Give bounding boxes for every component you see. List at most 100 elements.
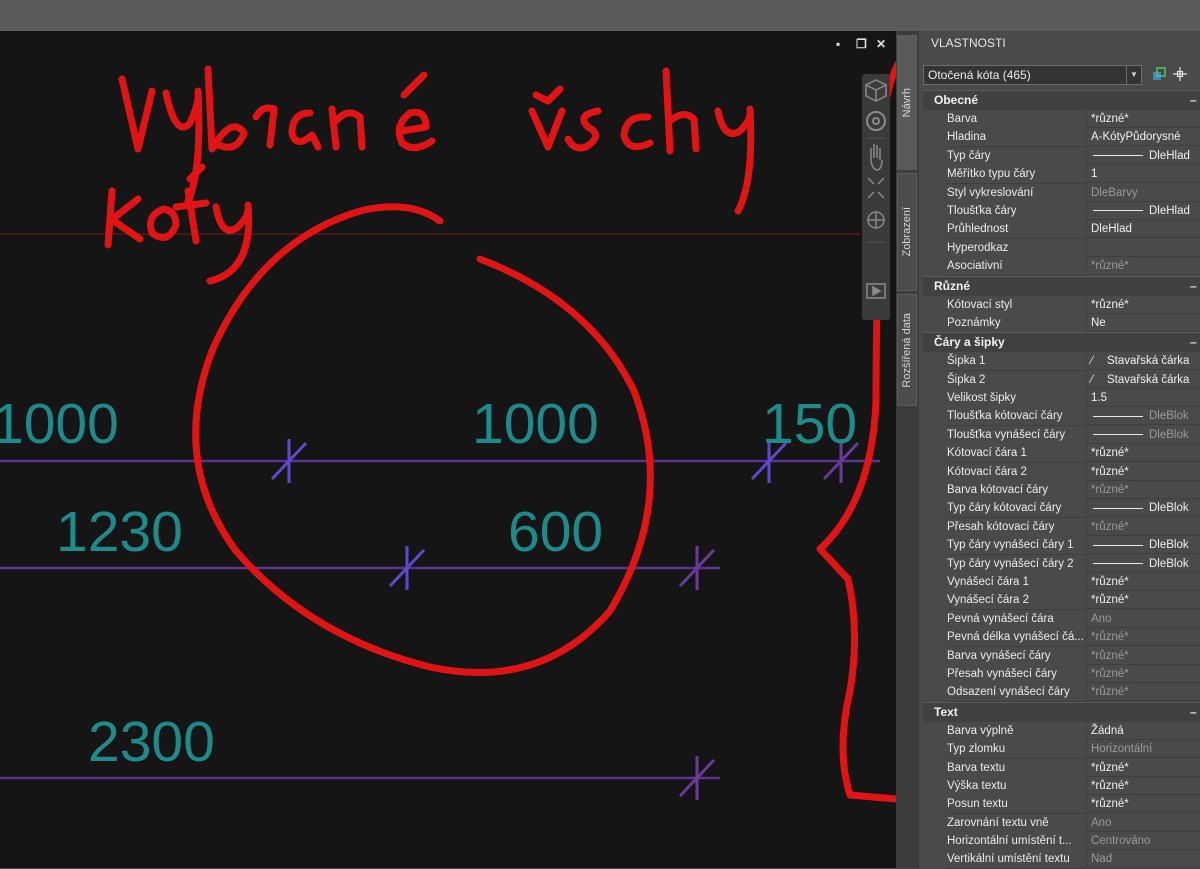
property-row[interactable]: Kótovací čára 1 *různé* <box>923 444 1200 464</box>
property-value[interactable]: *různé* <box>1086 295 1200 314</box>
property-value[interactable]: Horizontální <box>1086 740 1200 759</box>
property-row[interactable]: Typ zlomku Horizontální <box>923 740 1200 760</box>
property-value[interactable]: DleBlok <box>1086 499 1200 518</box>
property-row[interactable]: Výška textu *různé* <box>923 776 1200 796</box>
section-header[interactable]: Text – <box>923 701 1200 722</box>
property-value[interactable]: *různé* <box>1086 776 1200 795</box>
dimension-text[interactable]: 150 <box>762 392 857 456</box>
property-value[interactable]: *různé* <box>1086 683 1200 702</box>
close-button[interactable]: ✕ <box>876 38 886 50</box>
property-value[interactable]: 1 <box>1086 165 1200 184</box>
property-value[interactable]: DleBlok <box>1086 554 1200 573</box>
property-value[interactable]: *různé* <box>1086 758 1200 777</box>
property-value[interactable]: *různé* <box>1086 481 1200 500</box>
property-value[interactable]: Ano <box>1086 609 1200 628</box>
property-row[interactable]: Kótovací čára 2 *různé* <box>923 462 1200 482</box>
property-value[interactable]: *různé* <box>1086 257 1200 276</box>
property-row[interactable]: Přesah kótovací čáry *různé* <box>923 517 1200 537</box>
property-row[interactable]: Tloušťka vynášecí čáry DleBlok <box>923 425 1200 445</box>
tab-navrh[interactable]: Návrh <box>897 35 917 170</box>
select-objects-icon[interactable] <box>1172 66 1188 82</box>
restore-button[interactable]: ❐ <box>856 38 867 50</box>
property-row[interactable]: Tloušťka kótovací čáry DleBlok <box>923 407 1200 427</box>
property-row[interactable]: Vynášecí čára 1 *různé* <box>923 572 1200 592</box>
chevron-down-icon[interactable]: ▼ <box>1126 66 1141 84</box>
collapse-icon[interactable]: – <box>1190 277 1200 296</box>
property-value[interactable]: *různé* <box>1086 572 1200 591</box>
property-row[interactable]: Vynášecí čára 2 *různé* <box>923 591 1200 611</box>
property-row[interactable]: Hladina A-KótyPůdorysné <box>923 128 1200 148</box>
property-value[interactable]: Ano <box>1086 813 1200 832</box>
property-row[interactable]: Šipka 1 ⁄ Stavařská čárka <box>923 352 1200 372</box>
property-row[interactable]: Typ čáry vynášecí čáry 1 DleBlok <box>923 536 1200 556</box>
section-header[interactable]: Čáry a šipky – <box>923 332 1200 353</box>
dimension-text[interactable]: 1000 <box>0 392 119 456</box>
property-row[interactable]: Měřítko typu čáry 1 <box>923 165 1200 185</box>
showmotion-icon[interactable] <box>866 283 886 299</box>
property-row[interactable]: Velikost šipky 1.5 <box>923 389 1200 409</box>
pan-icon[interactable] <box>870 144 883 171</box>
collapse-icon[interactable]: – <box>1190 91 1200 110</box>
steering-wheel-icon[interactable] <box>866 111 886 131</box>
view-cube-icon[interactable] <box>865 79 887 102</box>
property-value[interactable]: *různé* <box>1086 444 1200 463</box>
property-row[interactable]: Zarovnání textu vně Ano <box>923 813 1200 833</box>
property-row[interactable]: Typ čáry kótovací čáry DleBlok <box>923 499 1200 519</box>
property-value[interactable]: *různé* <box>1086 628 1200 647</box>
property-value[interactable]: *různé* <box>1086 795 1200 814</box>
collapse-icon[interactable]: – <box>1190 333 1200 352</box>
minimize-button[interactable]: ▪ <box>836 38 840 50</box>
property-row[interactable]: Typ čáry DleHlad <box>923 146 1200 166</box>
property-value[interactable]: A-KótyPůdorysné <box>1086 128 1200 147</box>
property-value[interactable]: DleHlad <box>1086 220 1200 239</box>
property-value[interactable]: *různé* <box>1086 646 1200 665</box>
property-row[interactable]: Hyperodkaz <box>923 238 1200 258</box>
property-value[interactable]: *různé* <box>1086 517 1200 536</box>
property-value[interactable]: DleBlok <box>1086 536 1200 555</box>
property-row[interactable]: Horizontální umístění t... Centrováno <box>923 832 1200 852</box>
property-row[interactable]: Šipka 2 ⁄ Stavařská čárka <box>923 370 1200 390</box>
property-value[interactable]: *různé* <box>1086 110 1200 128</box>
property-row[interactable]: Vertikální umístění textu Nad <box>923 850 1200 869</box>
dimension-text[interactable]: 2300 <box>88 710 215 774</box>
property-row[interactable]: Odsazení vynášecí čáry *různé* <box>923 683 1200 703</box>
property-value[interactable]: Žádná <box>1086 721 1200 740</box>
property-row[interactable]: Pevná délka vynášecí čá... *různé* <box>923 628 1200 648</box>
property-value[interactable]: DleBlok <box>1086 407 1200 426</box>
property-row[interactable]: Barva kótovací čáry *různé* <box>923 481 1200 501</box>
property-value[interactable]: *různé* <box>1086 664 1200 683</box>
quick-select-icon[interactable] <box>1151 66 1167 82</box>
property-row[interactable]: Kótovací styl *různé* <box>923 295 1200 315</box>
property-row[interactable]: Pevná vynášecí čára Ano <box>923 609 1200 629</box>
property-value[interactable]: *různé* <box>1086 462 1200 481</box>
property-value[interactable]: Centrováno <box>1086 832 1200 851</box>
orbit-icon[interactable] <box>867 211 885 229</box>
property-value[interactable]: Ne <box>1086 313 1200 332</box>
dimension-text[interactable]: 1230 <box>56 500 183 564</box>
property-row[interactable]: Barva textu *různé* <box>923 758 1200 778</box>
property-value[interactable]: ⁄ Stavařská čárka <box>1086 370 1200 389</box>
property-row[interactable]: Přesah vynášecí čáry *různé* <box>923 664 1200 684</box>
property-row[interactable]: Tloušťka čáry DleHlad <box>923 201 1200 221</box>
section-header[interactable]: Obecné – <box>923 90 1200 110</box>
property-row[interactable]: Barva výplně Žádná <box>923 721 1200 741</box>
drawing-viewport[interactable]: 1000 1000 150 1230 600 2300 ▪ ❐ ✕ <box>0 31 896 868</box>
property-value[interactable] <box>1086 238 1200 257</box>
property-row[interactable]: Poznámky Ne <box>923 313 1200 333</box>
property-row[interactable]: Barva *různé* <box>923 110 1200 129</box>
property-value[interactable]: Nad <box>1086 850 1200 869</box>
zoom-extents-icon[interactable] <box>867 177 885 199</box>
property-value[interactable]: ⁄ Stavařská čárka <box>1086 352 1200 371</box>
property-row[interactable]: Průhlednost DleHlad <box>923 220 1200 240</box>
dimension-text[interactable]: 1000 <box>472 392 599 456</box>
property-row[interactable]: Posun textu *různé* <box>923 795 1200 815</box>
drawing-canvas[interactable]: 1000 1000 150 1230 600 2300 <box>0 31 896 868</box>
property-row[interactable]: Barva vynášecí čáry *různé* <box>923 646 1200 666</box>
property-row[interactable]: Typ čáry vynášecí čáry 2 DleBlok <box>923 554 1200 574</box>
property-row[interactable]: Asociativní *různé* <box>923 257 1200 277</box>
property-value[interactable]: DleHlad <box>1086 146 1200 165</box>
collapse-icon[interactable]: – <box>1190 703 1200 722</box>
property-value[interactable]: 1.5 <box>1086 389 1200 408</box>
section-header[interactable]: Různé – <box>923 275 1200 296</box>
dimension-text[interactable]: 600 <box>508 500 603 564</box>
